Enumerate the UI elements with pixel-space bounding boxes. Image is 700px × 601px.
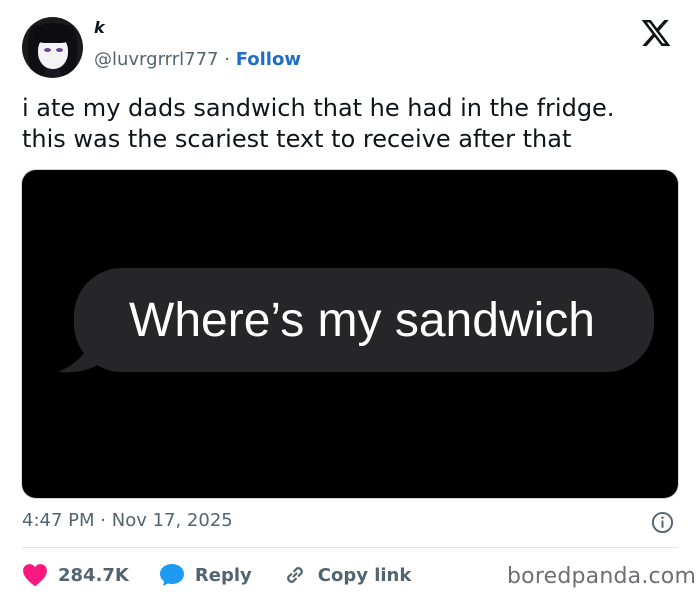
tweet-media-image[interactable]: Where’s my sandwich (22, 170, 678, 498)
action-bar: 284.7K Reply Copy link (22, 560, 441, 590)
handle[interactable]: @luvrgrrrl777 (94, 49, 219, 70)
meta-separator: · (100, 510, 106, 531)
watermark: boredpanda.com (507, 564, 697, 589)
link-icon (286, 567, 303, 583)
handle-row: @luvrgrrrl777 · Follow (94, 49, 301, 70)
tweet-text-line-2: this was the scariest text to receive af… (22, 125, 572, 153)
message-bubble: Where’s my sandwich (74, 268, 654, 372)
tweet-date[interactable]: Nov 17, 2025 (112, 510, 233, 531)
tweet-text: i ate my dads sandwich that he had in th… (22, 93, 682, 155)
x-logo-icon[interactable] (640, 17, 672, 49)
handle-separator: · (224, 49, 230, 70)
message-text: Where’s my sandwich (129, 293, 595, 347)
avatar[interactable] (22, 17, 83, 78)
follow-button[interactable]: Follow (236, 49, 301, 70)
reply-icon (159, 564, 184, 586)
like-count: 284.7K (58, 564, 129, 586)
reply-button[interactable]: Reply (159, 563, 252, 587)
copy-link-label: Copy link (317, 564, 412, 586)
tweet-time[interactable]: 4:47 PM (22, 510, 95, 531)
like-button[interactable]: 284.7K (22, 563, 129, 587)
divider (22, 547, 678, 548)
copy-link-button[interactable]: Copy link (282, 563, 412, 587)
display-name[interactable]: k (94, 18, 105, 37)
heart-icon (23, 564, 47, 587)
info-icon[interactable] (651, 511, 674, 534)
tweet-text-line-1: i ate my dads sandwich that he had in th… (22, 94, 615, 122)
tweet-meta: 4:47 PM · Nov 17, 2025 (22, 510, 233, 531)
reply-label: Reply (194, 564, 252, 586)
